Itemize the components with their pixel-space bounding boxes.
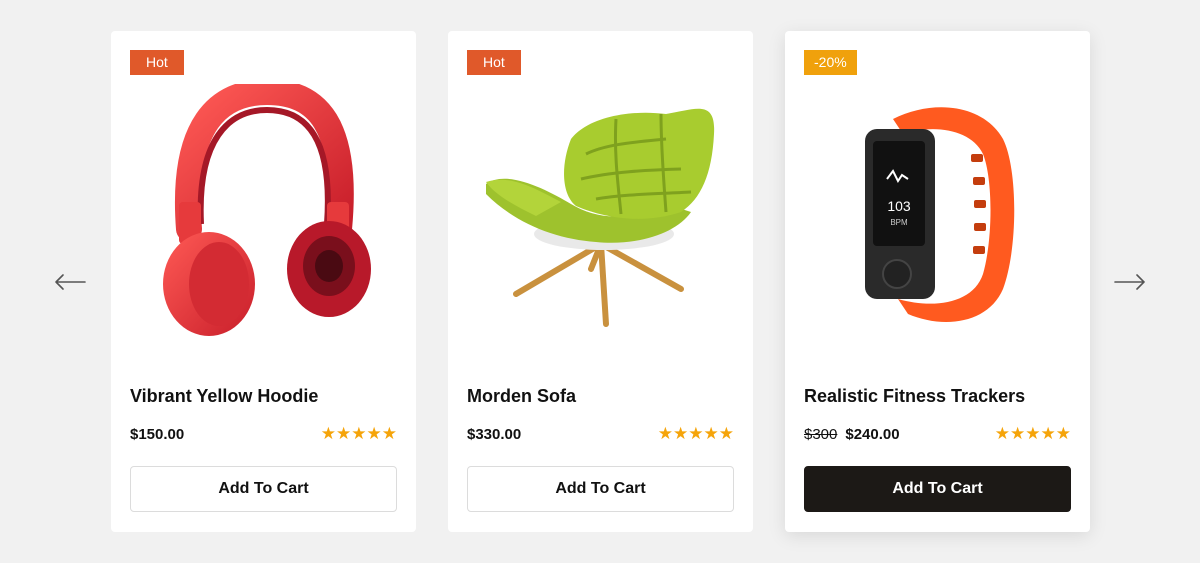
svg-text:103: 103	[887, 198, 911, 214]
product-price: $330.00	[467, 425, 522, 443]
hot-badge: Hot	[130, 50, 184, 75]
hot-badge: Hot	[467, 50, 521, 75]
price-group: $300 $240.00	[804, 426, 900, 443]
arrow-left-icon	[55, 274, 86, 290]
star-rating: ★★★★★	[657, 424, 734, 443]
product-carousel: Hot Vibrant Yellow Hoodie $150.00 ★★★★★ …	[0, 0, 1200, 563]
price-group: $330.00	[467, 426, 521, 443]
discount-badge: -20%	[804, 50, 857, 75]
price-row: $330.00 ★★★★★	[467, 424, 734, 444]
product-title[interactable]: Vibrant Yellow Hoodie	[130, 386, 397, 407]
add-to-cart-button[interactable]: Add To Cart	[467, 466, 734, 512]
product-price: $240.00	[845, 425, 900, 443]
fitness-tracker-icon: 103 BPM	[864, 106, 1014, 322]
product-image[interactable]	[131, 81, 396, 346]
product-title[interactable]: Realistic Fitness Trackers	[804, 386, 1071, 407]
product-card[interactable]: Hot Morden Sofa $330.00 ★★★★★ Add To Car…	[448, 31, 753, 532]
product-price: $150.00	[130, 425, 185, 443]
chair-icon	[485, 108, 714, 327]
product-image[interactable]: 103 BPM	[805, 81, 1070, 346]
svg-text:BPM: BPM	[890, 218, 908, 227]
add-to-cart-button[interactable]: Add To Cart	[804, 466, 1071, 512]
product-card[interactable]: Hot Vibrant Yellow Hoodie $150.00 ★★★★★ …	[111, 31, 416, 532]
headphones-icon	[162, 83, 371, 336]
old-price: $300	[804, 425, 838, 443]
prev-arrow-button[interactable]	[50, 266, 90, 298]
star-rating: ★★★★★	[994, 424, 1071, 443]
product-title[interactable]: Morden Sofa	[467, 386, 734, 407]
price-row: $300 $240.00 ★★★★★	[804, 424, 1071, 444]
price-row: $150.00 ★★★★★	[130, 424, 397, 444]
product-image[interactable]	[468, 81, 733, 346]
add-to-cart-button[interactable]: Add To Cart	[130, 466, 397, 512]
product-card[interactable]: -20% 103 BPM Realistic Fitness Trackers …	[785, 31, 1090, 532]
price-group: $150.00	[130, 426, 184, 443]
arrow-right-icon	[1114, 274, 1145, 290]
next-arrow-button[interactable]	[1110, 266, 1150, 298]
star-rating: ★★★★★	[320, 424, 397, 443]
